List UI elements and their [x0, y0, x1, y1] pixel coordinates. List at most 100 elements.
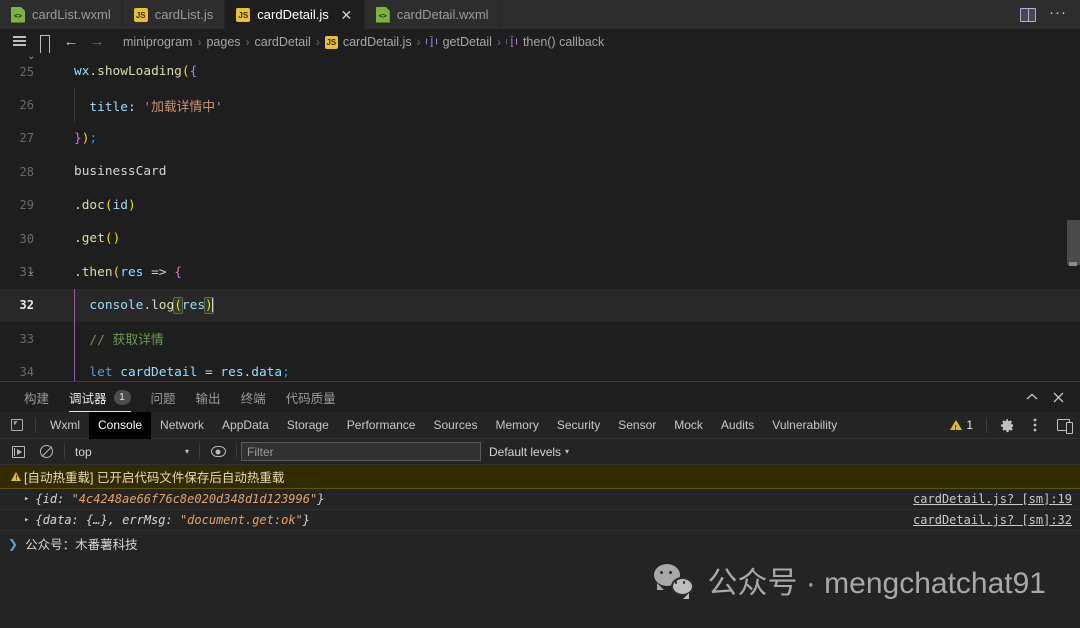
code-token: :	[127, 99, 144, 115]
warning-icon	[950, 420, 963, 432]
editor-tab-label: cardDetail.wxml	[396, 7, 489, 22]
panel-tab-debugger[interactable]: 调试器 1	[59, 382, 141, 412]
editor-tab-carddetail-wxml[interactable]: cardDetail.wxml	[364, 0, 501, 29]
js-file-icon	[324, 35, 338, 49]
console-source-link[interactable]: cardDetail.js? [sm]:19	[913, 492, 1072, 506]
editor-scrollbar-thumb[interactable]	[1067, 220, 1080, 265]
outline-toggle-button[interactable]	[6, 31, 32, 53]
code-token: // 获取详情	[74, 333, 164, 349]
breadcrumb-item-carddetail-js[interactable]: cardDetail.js	[320, 35, 417, 49]
devtools-dock-side-button[interactable]	[1050, 414, 1076, 436]
editor-tab-cardlist-wxml[interactable]: cardList.wxml	[0, 0, 123, 29]
panel-tab-code-quality[interactable]: 代码质量	[276, 382, 346, 412]
code-line[interactable]: 26 title: '加载详情中'	[0, 88, 1080, 122]
panel-tab-label: 构建	[24, 391, 50, 406]
code-line[interactable]: 33 // 获取详情	[0, 322, 1080, 356]
disclosure-triangle-icon[interactable]: ▸	[24, 515, 29, 525]
code-line[interactable]: 31 ⌄ .then(res => {	[0, 255, 1080, 288]
console-log-levels-select[interactable]: Default levels ▾	[481, 445, 577, 459]
devtools-tab-sources[interactable]: Sources	[424, 412, 486, 439]
panel-tab-terminal[interactable]: 终端	[231, 382, 276, 412]
breadcrumb: miniprogram › pages › cardDetail › cardD…	[118, 35, 609, 49]
devtools-tab-performance[interactable]: Performance	[338, 412, 425, 439]
line-number: 31	[19, 265, 34, 280]
devtools-tab-appdata[interactable]: AppData	[213, 412, 278, 439]
bookmark-icon	[40, 35, 50, 48]
clear-console-icon	[39, 445, 53, 458]
code-line[interactable]: 27 });	[0, 122, 1080, 155]
console-message-object[interactable]: ▸ {data: {…}, errMsg: "document.get:ok"}…	[0, 510, 1080, 531]
breadcrumb-item-carddetail[interactable]: cardDetail	[250, 35, 316, 49]
panel-tab-output[interactable]: 输出	[186, 382, 231, 412]
breadcrumb-label: pages	[206, 34, 241, 49]
code-token: )	[112, 231, 121, 247]
devtools-tab-memory[interactable]: Memory	[487, 412, 548, 439]
console-prompt[interactable]: ❯ 公众号：木番薯科技	[0, 531, 1080, 556]
editor-tab-bar: cardList.wxml cardList.js cardDetail.js …	[0, 0, 1080, 29]
devtools-tab-sensor[interactable]: Sensor	[609, 412, 665, 439]
devtools-settings-button[interactable]	[994, 414, 1020, 436]
fold-chevron-icon[interactable]: ⌄	[27, 267, 35, 277]
code-line[interactable]: 34 let cardDetail = res.data;	[0, 355, 1080, 381]
devtools-tab-wxml[interactable]: Wxml	[41, 412, 89, 439]
code-token: showLoading	[97, 64, 182, 80]
console-source-link[interactable]: cardDetail.js? [sm]:32	[913, 513, 1072, 527]
devtools-tab-console[interactable]: Console	[89, 411, 152, 439]
devtools-warning-badge[interactable]: 1	[944, 418, 979, 432]
devtools-tab-audits[interactable]: Audits	[712, 412, 763, 439]
editor-tab-cardlist-js[interactable]: cardList.js	[122, 0, 226, 29]
editor-more-actions-button[interactable]: ···	[1045, 4, 1071, 26]
code-line[interactable]: 28 businessCard	[0, 155, 1080, 188]
devtools-tab-security[interactable]: Security	[548, 412, 609, 439]
devtools-tab-storage[interactable]: Storage	[278, 412, 338, 439]
code-line-active[interactable]: 32 console.log(res)	[0, 288, 1080, 323]
console-message-list[interactable]: [自动热重载] 已开启代码文件保存后自动热重载 ▸ {id: "4c4248ae…	[0, 465, 1080, 628]
breadcrumb-item-getdetail[interactable]: getDetail	[421, 35, 497, 49]
console-sidebar-toggle-button[interactable]	[4, 441, 32, 463]
devtools-tab-vulnerability[interactable]: Vulnerability	[763, 412, 846, 439]
breadcrumb-label: cardDetail.js	[342, 34, 412, 49]
divider	[199, 444, 200, 459]
fold-chevron-icon[interactable]: ⌄	[27, 55, 35, 62]
console-message-object[interactable]: ▸ {id: "4c4248ae66f76c8e020d348d1d123996…	[0, 489, 1080, 510]
console-context-select[interactable]: top ▾	[69, 442, 195, 462]
live-expression-button[interactable]	[204, 441, 232, 463]
code-text: .then(res => {	[46, 265, 182, 280]
split-editor-button[interactable]	[1015, 4, 1041, 26]
breadcrumb-item-then-callback[interactable]: then() callback	[501, 35, 609, 49]
console-message-warning[interactable]: [自动热重载] 已开启代码文件保存后自动热重载	[0, 465, 1080, 489]
devtools-tab-network[interactable]: Network	[151, 412, 213, 439]
navigate-back-button[interactable]: ←	[58, 31, 84, 53]
code-token: .	[143, 298, 152, 314]
code-editor[interactable]: 25 ⌄ wx.showLoading({ 26 title: '加载详情中' …	[0, 55, 1080, 381]
devtools-tab-mock[interactable]: Mock	[665, 412, 712, 439]
console-filter-input[interactable]	[241, 442, 481, 461]
dock-side-icon	[1056, 419, 1073, 434]
back-arrow-icon: ←	[63, 33, 79, 50]
panel-tab-build[interactable]: 构建	[14, 382, 59, 412]
clear-console-button[interactable]	[32, 441, 60, 463]
editor-scrollbar[interactable]	[1067, 55, 1080, 381]
panel-collapse-button[interactable]	[1020, 385, 1044, 409]
breadcrumb-label: cardDetail	[254, 34, 311, 49]
code-line[interactable]: 25 ⌄ wx.showLoading({	[0, 55, 1080, 88]
navigate-forward-button[interactable]: →	[84, 31, 110, 53]
panel-tab-problems[interactable]: 问题	[141, 382, 186, 412]
console-toolbar: top ▾ Default levels ▾	[0, 439, 1080, 465]
js-file-icon	[133, 8, 148, 22]
breadcrumb-item-miniprogram[interactable]: miniprogram	[118, 35, 197, 49]
devtools-tab-label: Security	[556, 418, 601, 432]
disclosure-triangle-icon[interactable]: ▸	[24, 494, 29, 504]
devtools-more-options-button[interactable]	[1022, 414, 1048, 436]
bookmark-button[interactable]	[32, 31, 58, 53]
warning-count: 1	[966, 418, 973, 432]
panel-close-button[interactable]	[1046, 385, 1070, 409]
inspect-element-button[interactable]	[4, 414, 30, 436]
code-text: businessCard	[46, 164, 166, 179]
code-line[interactable]: 29 .doc(id)	[0, 189, 1080, 222]
code-text: // 获取详情	[46, 329, 164, 349]
tab-close-icon[interactable]: ✕	[340, 8, 353, 22]
editor-tab-carddetail-js[interactable]: cardDetail.js ✕	[225, 0, 365, 29]
code-line[interactable]: 30 .get()	[0, 222, 1080, 255]
breadcrumb-item-pages[interactable]: pages	[201, 35, 245, 49]
